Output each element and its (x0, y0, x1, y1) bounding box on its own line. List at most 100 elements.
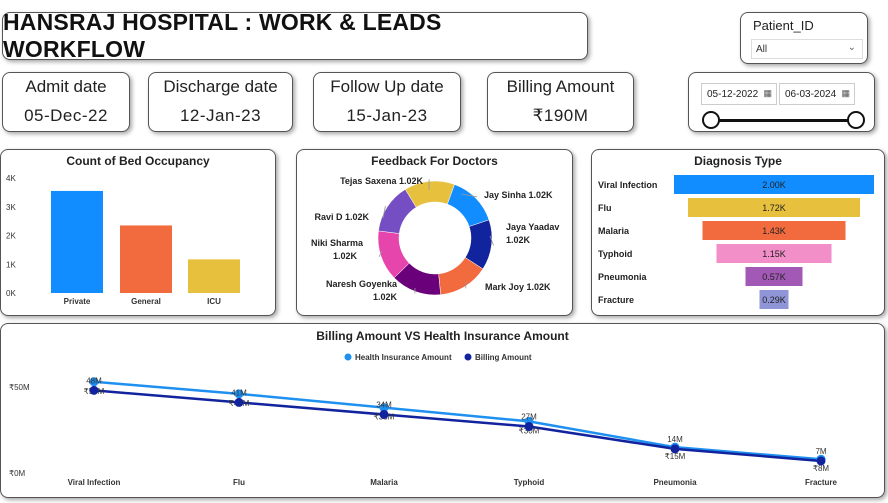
chevron-down-icon: ⌄ (847, 42, 856, 53)
value-label: 0.57K (762, 272, 786, 282)
bar (51, 190, 103, 293)
y-tick-label: 1K (6, 260, 16, 269)
kpi-label: Discharge date (163, 77, 278, 96)
data-point (89, 385, 99, 395)
kpi-value: 12-Jan-23 (179, 106, 262, 125)
patient-id-dropdown[interactable]: All ⌄ (751, 39, 863, 59)
legend-marker (344, 353, 352, 361)
bar (188, 259, 240, 293)
data-label: 14M (667, 435, 683, 444)
data-label: ₹15M (665, 452, 686, 461)
slice-value-label: 1.02K (399, 176, 424, 186)
slice-name: Tejas Saxena (340, 176, 399, 186)
data-point (524, 422, 534, 432)
calendar-icon[interactable]: ▦ (841, 88, 850, 99)
bed-occupancy-panel: Count of Bed Occupancy 0K 1K 2K 3K 4K Private… (0, 149, 276, 316)
legend-label: Billing Amount (475, 353, 532, 362)
slice-value-label: 1.02K (529, 190, 554, 200)
slice-label: Mark Joy 1.02K (485, 282, 551, 292)
feedback-donut-chart: Jay Sinha 1.02K Jaya Yaadav 1.02K Mark Joy … (311, 176, 559, 302)
slice-value-label: 1.02K (345, 212, 370, 222)
slice-label: Tejas Saxena 1.02K (340, 176, 423, 186)
data-point (670, 444, 680, 454)
x-tick-label: Fracture (805, 478, 838, 487)
data-point (234, 397, 244, 407)
legend-label: Health Insurance Amount (355, 353, 452, 362)
start-date-input[interactable]: 05-12-2022 ▦ (701, 83, 777, 105)
kpi-discharge-date: Discharge date 12-Jan-23 (148, 72, 293, 132)
y-tick-label: 2K (6, 232, 16, 241)
dashboard-title-card: HANSRAJ HOSPITAL : WORK & LEADS WORKFLOW (2, 9, 588, 62)
value-label: 0.29K (762, 295, 786, 305)
y-tick-label: 0K (6, 289, 16, 298)
value-label: 1.72K (762, 203, 786, 213)
calendar-icon[interactable]: ▦ (763, 88, 772, 99)
billing-panel: Billing Amount VS Health Insurance Amoun… (0, 323, 885, 498)
range-start-handle[interactable] (702, 111, 720, 129)
patient-id-slicer: Patient_ID All ⌄ (740, 12, 868, 64)
kpi-value: 15-Jan-23 (346, 106, 428, 125)
data-label: 41M (231, 388, 247, 397)
kpi-admit-date: Admit date 05-Dec-22 (2, 72, 130, 132)
y-tick-label: ₹50M (9, 383, 30, 392)
data-label: 27M (521, 413, 537, 422)
kpi-label: Admit date (25, 77, 107, 96)
category-label: Pneumonia (598, 272, 648, 282)
value-label: 1.43K (762, 226, 786, 236)
value-label: 2.00K (762, 180, 786, 190)
kpi-billing-amount: Billing Amount ₹190M (487, 72, 634, 132)
slicer-label: Patient_ID (753, 18, 814, 33)
end-date-input[interactable]: 06-03-2024 ▦ (779, 83, 855, 105)
category-label: Malaria (598, 226, 630, 236)
data-label: 34M (376, 400, 392, 409)
category-label: Typhoid (598, 249, 632, 259)
slice-name: Jay Sinha (484, 190, 529, 200)
slice-value-label: 1.02K (373, 292, 398, 302)
x-tick-label: Pneumonia (653, 478, 697, 487)
x-tick-label: ICU (207, 297, 221, 306)
feedback-panel: Feedback For Doctors Jay Sinha 1.02K Jaya… (296, 149, 573, 316)
page-title: HANSRAJ HOSPITAL : WORK & LEADS WORKFLOW (3, 9, 442, 62)
x-tick-label: Malaria (370, 478, 398, 487)
kpi-follow-up-date: Follow Up date 15-Jan-23 (313, 72, 461, 132)
billing-line-chart: Health Insurance Amount Billing Amount ₹0M… (9, 353, 838, 487)
y-tick-label: 4K (6, 174, 16, 183)
data-point (379, 409, 389, 419)
slice-label: Niki Sharma (311, 238, 364, 248)
x-tick-label: Private (64, 297, 91, 306)
data-label: 7M (815, 447, 826, 456)
kpi-label: Billing Amount (506, 77, 615, 96)
slice-label: Jaya Yaadav (506, 222, 559, 232)
value-label: 1.15K (762, 249, 786, 259)
kpi-label: Follow Up date (330, 77, 444, 96)
slice-name: Mark Joy (485, 282, 527, 292)
category-label: Viral Infection (598, 180, 657, 190)
donut-slice (446, 184, 490, 227)
x-tick-label: Typhoid (514, 478, 545, 487)
diagnosis-funnel-chart: Viral Infection 2.00K Flu 1.72K Malaria 1.43K… (598, 175, 874, 309)
slice-label: Ravi D 1.02K (314, 212, 369, 222)
bar (120, 225, 172, 293)
range-track (711, 119, 857, 122)
legend-marker (464, 353, 472, 361)
x-tick-label: Viral Infection (68, 478, 121, 487)
slice-label: Naresh Goyenka (326, 279, 398, 289)
slice-value-label: 1.02K (333, 251, 358, 261)
diagnosis-panel: Diagnosis Type Viral Infection 2.00K Flu 1.… (591, 149, 885, 316)
slice-value-label: 1.02K (506, 235, 531, 245)
category-label: Fracture (598, 295, 634, 305)
y-tick-label: ₹0M (9, 469, 26, 478)
x-tick-label: Flu (233, 478, 245, 487)
range-end-handle[interactable] (847, 111, 865, 129)
date-range-slicer: 05-12-2022 ▦ 06-03-2024 ▦ (688, 72, 875, 132)
x-tick-label: General (131, 297, 161, 306)
slice-name: Ravi D (314, 212, 345, 222)
bed-occupancy-chart: 0K 1K 2K 3K 4K Private General ICU (6, 174, 240, 306)
data-point (816, 456, 826, 466)
dropdown-value: All (756, 44, 768, 55)
data-label: 48M (86, 376, 102, 385)
kpi-value: ₹190M (532, 106, 589, 125)
data-label: ₹8M (813, 464, 830, 473)
kpi-value: 05-Dec-22 (24, 106, 108, 125)
end-date-value: 06-03-2024 (785, 89, 837, 100)
